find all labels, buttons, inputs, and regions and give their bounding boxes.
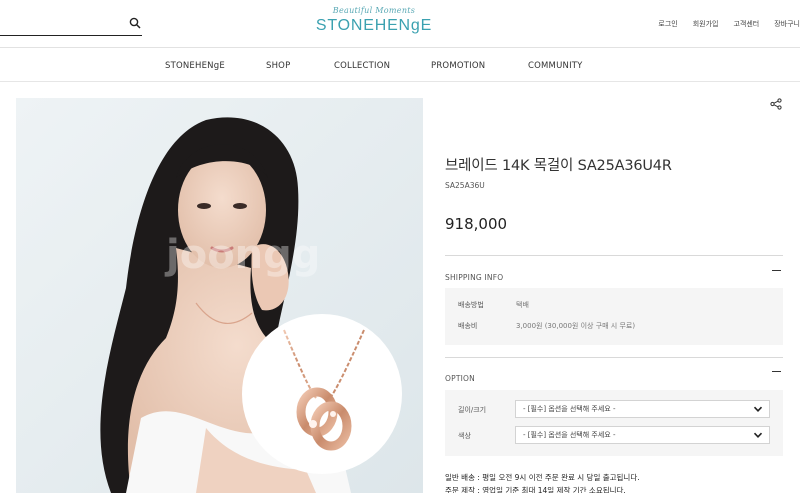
- shipping-method-value: 택배: [516, 301, 529, 309]
- search-input[interactable]: [0, 14, 142, 36]
- main-nav: STONEHENgE SHOP COLLECTION PROMOTION COM…: [0, 61, 800, 75]
- shipping-info-title: SHIPPING INFO: [445, 273, 504, 282]
- nav-item-community[interactable]: COMMUNITY: [528, 61, 583, 71]
- shipping-fee-row: 배송비 3,000원 (30,000원 이상 구매 시 무료): [458, 321, 635, 331]
- shipping-method-row: 배송방법 택배: [458, 300, 529, 310]
- logo-tagline: Beautiful Moments: [332, 6, 416, 15]
- option-box: 길이/크기 - [필수] 옵션을 선택해 주세요 - 색상 - [필수] 옵션을…: [445, 390, 783, 456]
- shipping-notice-custom: 주문 제작 : 영업일 기준 최대 14일 제작 기간 소요됩니다.: [445, 486, 626, 493]
- signup-link[interactable]: 회원가입: [693, 19, 719, 29]
- logo-text: STONEHENgE: [315, 17, 433, 34]
- nav-divider: [0, 81, 800, 82]
- option-length-label: 길이/크기: [458, 406, 487, 414]
- divider: [445, 357, 783, 358]
- chevron-down-icon: [753, 406, 763, 412]
- product-title: 브레이드 14K 목걸이 SA25A36U4R: [445, 158, 672, 174]
- cart-link[interactable]: 장바구니: [774, 19, 800, 29]
- divider: [445, 255, 783, 256]
- product-price: 918,000: [445, 215, 508, 233]
- utility-links: 로그인 회원가입 고객센터 장바구니: [643, 19, 800, 29]
- option-toggle[interactable]: OPTION: [445, 366, 783, 383]
- option-color-label: 색상: [458, 432, 471, 440]
- shipping-fee-label: 배송비: [458, 322, 478, 330]
- option-title: OPTION: [445, 374, 475, 383]
- option-length-select[interactable]: - [필수] 옵션을 선택해 주세요 -: [515, 400, 770, 418]
- svg-text:joongg: joongg: [164, 232, 320, 278]
- header-divider: [0, 47, 800, 48]
- shipping-info-toggle[interactable]: SHIPPING INFO: [445, 265, 783, 282]
- collapse-icon: [772, 270, 781, 272]
- nav-item-shop[interactable]: SHOP: [266, 61, 290, 71]
- nav-item-promotion[interactable]: PROMOTION: [431, 61, 485, 71]
- nav-item-brand[interactable]: STONEHENgE: [165, 61, 225, 71]
- shipping-notice-general: 일반 배송 : 평일 오전 9시 이전 주문 완료 시 당일 출고됩니다.: [445, 473, 640, 482]
- search-icon[interactable]: [129, 17, 141, 29]
- site-logo[interactable]: Beautiful Moments STONEHENgE: [312, 6, 436, 40]
- product-code: SA25A36U: [445, 181, 485, 190]
- option-color-value: - [필수] 옵션을 선택해 주세요 -: [523, 431, 616, 439]
- option-length-value: - [필수] 옵션을 선택해 주세요 -: [523, 405, 616, 413]
- collapse-icon: [772, 371, 781, 373]
- chevron-down-icon: [753, 432, 763, 438]
- product-image[interactable]: joongg: [16, 98, 423, 493]
- share-icon[interactable]: [770, 98, 782, 110]
- shipping-info-box: 배송방법 택배 배송비 3,000원 (30,000원 이상 구매 시 무료): [445, 288, 783, 345]
- shipping-method-label: 배송방법: [458, 301, 484, 309]
- shipping-fee-value: 3,000원 (30,000원 이상 구매 시 무료): [516, 322, 636, 330]
- login-link[interactable]: 로그인: [658, 19, 677, 29]
- option-color-select[interactable]: - [필수] 옵션을 선택해 주세요 -: [515, 426, 770, 444]
- customer-center-link[interactable]: 고객센터: [733, 19, 759, 29]
- nav-item-collection[interactable]: COLLECTION: [334, 61, 390, 71]
